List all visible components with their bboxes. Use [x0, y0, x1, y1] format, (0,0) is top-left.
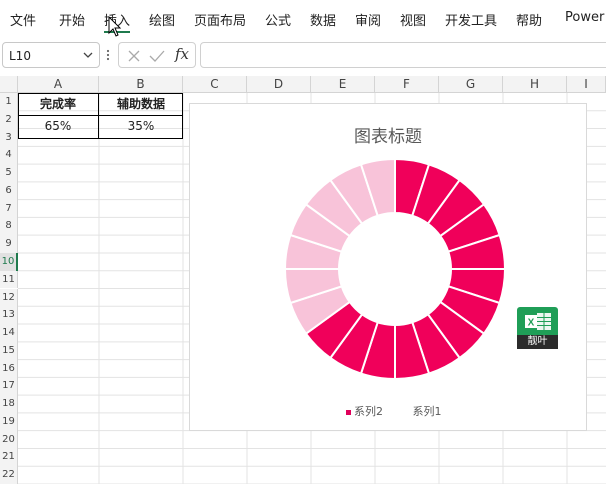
menu-developer[interactable]: 开发工具 — [445, 10, 497, 29]
row-header-14[interactable]: 14 — [0, 324, 18, 342]
row-header-2[interactable]: 2 — [0, 110, 18, 129]
chart-legend[interactable]: 系列2 系列1 — [346, 403, 460, 419]
cell-a1[interactable]: 完成率 — [18, 94, 98, 115]
column-header-f[interactable]: F — [375, 76, 439, 93]
row-header-10[interactable]: 10 — [0, 252, 18, 271]
legend-swatch — [346, 409, 351, 415]
column-header-h[interactable]: H — [503, 76, 567, 93]
legend-swatch — [405, 410, 410, 415]
menu-home[interactable]: 开始 — [59, 10, 85, 29]
menu-help[interactable]: 帮助 — [516, 10, 542, 29]
select-all-corner[interactable] — [0, 76, 18, 93]
more-options-icon[interactable] — [105, 48, 111, 62]
badge-top: X — [517, 307, 558, 335]
menu-bar: 文件 开始 插入 绘图 页面布局 公式 数据 审阅 视图 开发工具 帮助 Pow… — [0, 0, 606, 37]
row-header-11[interactable]: 11 — [0, 270, 18, 289]
doughnut-chart[interactable]: 图表标题 系列2 系列1 — [189, 103, 587, 431]
column-header-e[interactable]: E — [311, 76, 375, 93]
legend-item-series1[interactable]: 系列1 — [405, 403, 442, 419]
menu-power[interactable]: Power — [565, 10, 604, 25]
row-header-19[interactable]: 19 — [0, 412, 18, 431]
svg-text:X: X — [528, 318, 535, 329]
menu-draw[interactable]: 绘图 — [149, 10, 175, 29]
row-header-1[interactable]: 1 — [0, 93, 18, 111]
excel-icon: X — [525, 313, 551, 330]
row-header-3[interactable]: 3 — [0, 128, 18, 147]
row-header-13[interactable]: 13 — [0, 306, 18, 325]
legend-label: 系列1 — [412, 405, 442, 418]
badge-label: 靓叶 — [517, 335, 558, 349]
row-header-5[interactable]: 5 — [0, 164, 18, 182]
menu-page-layout[interactable]: 页面布局 — [194, 10, 246, 29]
formula-input[interactable] — [200, 42, 606, 68]
column-header-i[interactable]: I — [567, 76, 606, 93]
row-header-7[interactable]: 7 — [0, 199, 18, 218]
row-header-8[interactable]: 8 — [0, 217, 18, 236]
row-header-21[interactable]: 21 — [0, 448, 18, 467]
legend-item-series2[interactable]: 系列2 — [346, 403, 383, 419]
row-header-6[interactable]: 6 — [0, 181, 18, 200]
legend-label: 系列2 — [354, 405, 383, 418]
check-icon[interactable] — [149, 49, 165, 63]
row-header-22[interactable]: 22 — [0, 466, 18, 484]
row-header-17[interactable]: 17 — [0, 377, 18, 396]
row-header-20[interactable]: 20 — [0, 430, 18, 449]
menu-view[interactable]: 视图 — [400, 10, 426, 29]
cancel-icon[interactable] — [127, 49, 141, 63]
column-header-b[interactable]: B — [99, 76, 183, 93]
chevron-down-icon[interactable] — [83, 47, 93, 63]
menu-data[interactable]: 数据 — [310, 10, 336, 29]
row-header-4[interactable]: 4 — [0, 146, 18, 165]
name-box-value: L10 — [9, 49, 31, 63]
doughnut-plot[interactable] — [190, 104, 586, 430]
column-header-c[interactable]: C — [183, 76, 247, 93]
insert-function-button[interactable]: fx — [175, 45, 189, 63]
row-header-18[interactable]: 18 — [0, 395, 18, 413]
watermark-badge: X 靓叶 — [517, 307, 558, 349]
cell-b1[interactable]: 辅助数据 — [99, 94, 183, 115]
row-header-16[interactable]: 16 — [0, 359, 18, 378]
row-header-12[interactable]: 12 — [0, 288, 18, 307]
formula-tools: fx — [118, 42, 196, 68]
column-header-a[interactable]: A — [18, 76, 99, 93]
mouse-cursor-icon — [108, 16, 122, 37]
column-header-d[interactable]: D — [247, 76, 311, 93]
cell-a2[interactable]: 65% — [18, 116, 98, 138]
formula-bar: L10 fx — [0, 40, 606, 74]
column-header-g[interactable]: G — [439, 76, 503, 93]
row-header-15[interactable]: 15 — [0, 341, 18, 360]
row-header-9[interactable]: 9 — [0, 235, 18, 253]
menu-formulas[interactable]: 公式 — [265, 10, 291, 29]
cell-b2[interactable]: 35% — [99, 116, 183, 138]
menu-file[interactable]: 文件 — [10, 10, 36, 29]
menu-review[interactable]: 审阅 — [355, 10, 381, 29]
name-box[interactable]: L10 — [2, 42, 100, 68]
